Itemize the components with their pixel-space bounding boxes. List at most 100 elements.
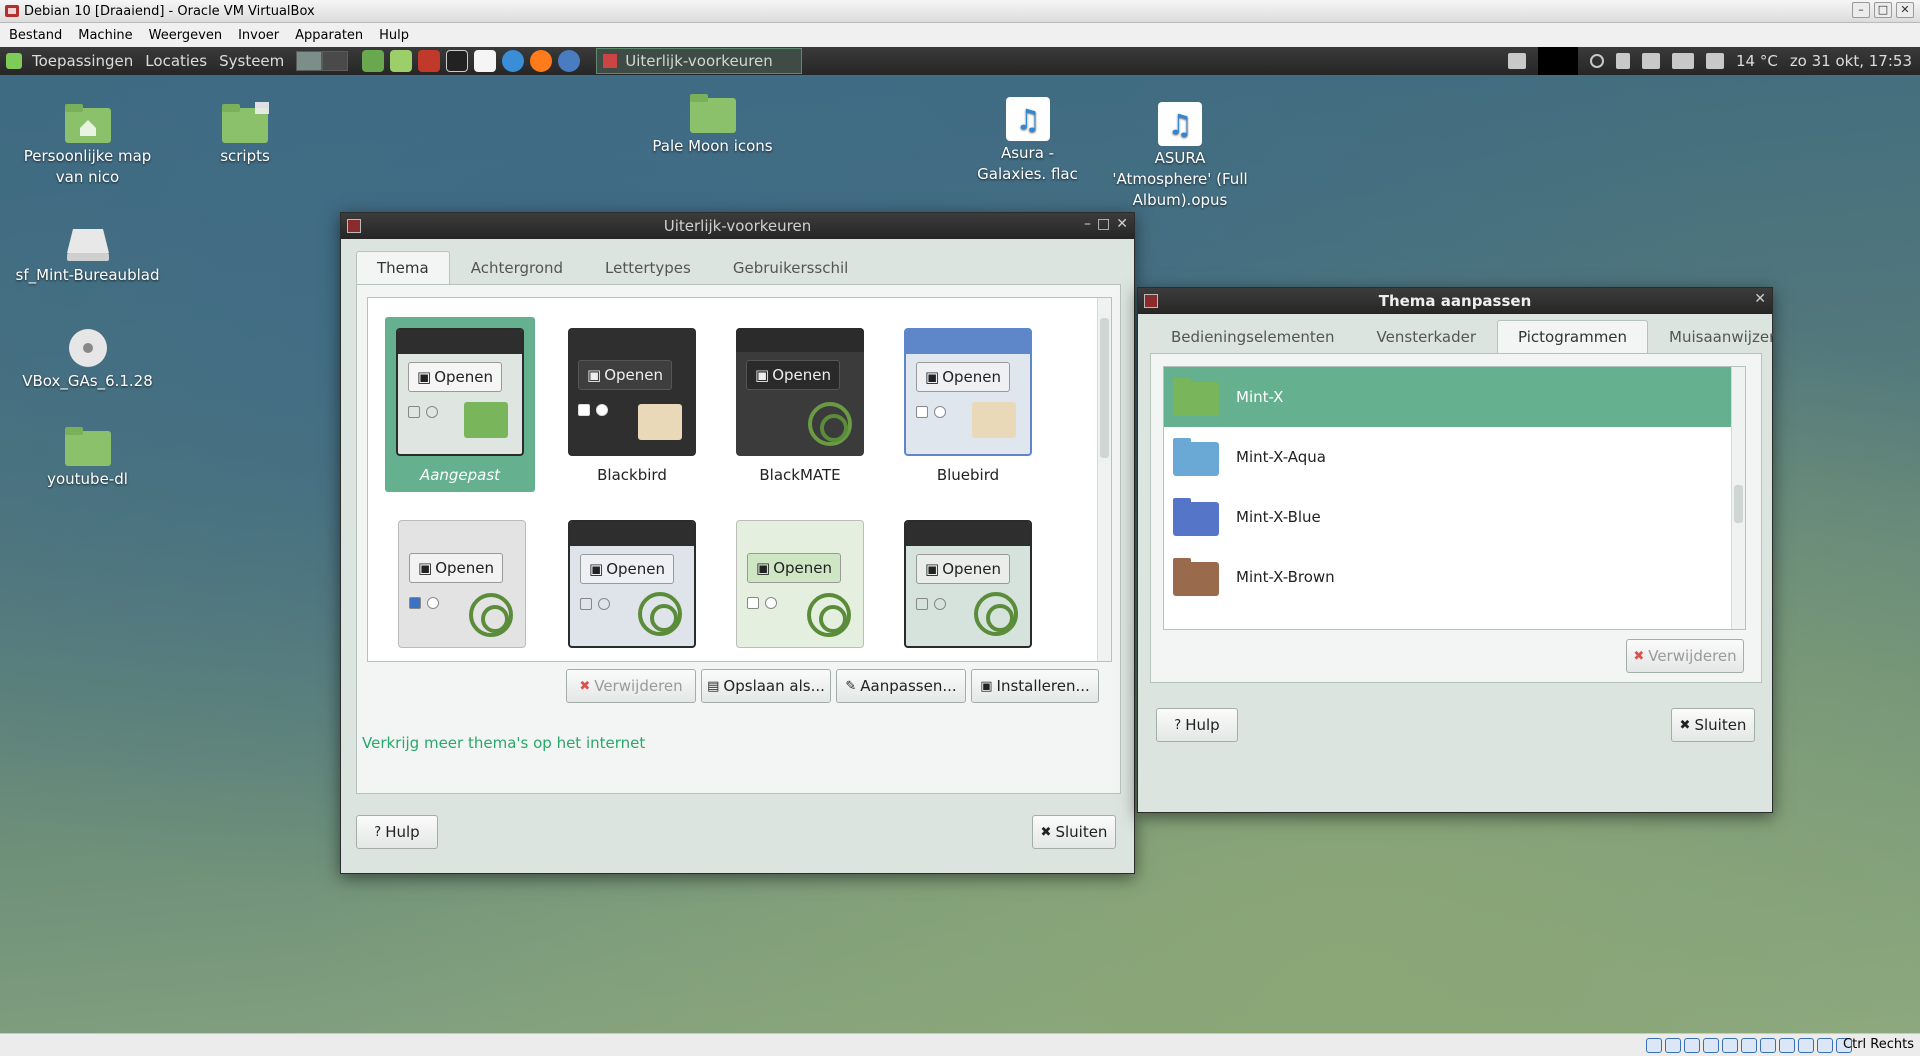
icon-theme-row-mint-x-blue[interactable]: Mint-X-Blue xyxy=(1164,487,1745,547)
monitor-launcher-icon[interactable] xyxy=(362,50,385,72)
desktop-icon-sf-mint[interactable]: sf_Mint-Bureaublad xyxy=(10,227,165,286)
theme-item-5[interactable]: ▣ Openen xyxy=(398,520,526,658)
icon-theme-row-mint-x-aqua[interactable]: Mint-X-Aqua xyxy=(1164,427,1745,487)
menu-apparaten[interactable]: Apparaten xyxy=(286,28,370,43)
tab-bedieningselementen[interactable]: Bedieningselementen xyxy=(1150,320,1356,354)
palemoon-launcher-icon[interactable] xyxy=(558,50,581,72)
panel-menu-applications[interactable]: Toepassingen xyxy=(26,52,139,70)
desktop-icon-vbox-gas[interactable]: VBox_GAs_6.1.28 xyxy=(10,327,165,392)
theme-item-8[interactable]: ▣ Openen xyxy=(904,520,1032,658)
taskbar-appearance-prefs[interactable]: Uiterlijk-voorkeuren xyxy=(596,48,803,74)
tab-gebruikersschil[interactable]: Gebruikersschil xyxy=(712,251,869,285)
keyboard-icon[interactable] xyxy=(1641,53,1660,69)
menu-machine[interactable]: Machine xyxy=(69,28,139,43)
tab-vensterkader[interactable]: Vensterkader xyxy=(1356,320,1497,354)
menu-hulp[interactable]: Hulp xyxy=(370,28,416,43)
customize-tabs: Bedieningselementen Vensterkader Pictogr… xyxy=(1150,320,1796,354)
audio-icon[interactable] xyxy=(1684,1038,1700,1053)
desktop-icon-asura-flac[interactable]: ♫ Asura - Galaxies. flac xyxy=(965,97,1090,185)
firefox-launcher-icon[interactable] xyxy=(530,50,553,72)
workspace-1[interactable] xyxy=(296,51,323,71)
more-themes-link[interactable]: Verkrijg meer thema's op het internet xyxy=(362,734,645,752)
shared-folder-icon[interactable] xyxy=(1741,1038,1757,1053)
close-icon[interactable]: ✕ xyxy=(1896,2,1914,18)
icon-theme-row-mint-x[interactable]: Mint-X xyxy=(1164,367,1745,427)
maximize-icon[interactable]: □ xyxy=(1097,216,1110,232)
app-launcher-icon[interactable] xyxy=(418,50,441,72)
save-as-button[interactable]: ▤ Opslaan als... xyxy=(701,669,831,703)
folder-launcher-icon[interactable] xyxy=(390,50,413,72)
brush-icon: ✎ xyxy=(845,678,857,694)
network-icon[interactable] xyxy=(1703,1038,1719,1053)
window-titlebar[interactable]: Uiterlijk-voorkeuren – □ ✕ xyxy=(341,213,1134,239)
theme-grid-scrollbar[interactable] xyxy=(1097,298,1111,661)
power-icon[interactable] xyxy=(1589,54,1604,68)
theme-item-blackmate[interactable]: ▣ Openen BlackMATE xyxy=(736,328,864,484)
menu-bestand[interactable]: Bestand xyxy=(0,28,69,43)
system-monitor-icon[interactable] xyxy=(1537,47,1578,75)
g-indicator-icon[interactable] xyxy=(1615,53,1630,69)
browser-launcher-icon[interactable] xyxy=(502,50,525,72)
cd-icon xyxy=(68,329,107,367)
tab-pictogrammen[interactable]: Pictogrammen xyxy=(1497,320,1649,354)
volume-icon[interactable] xyxy=(1671,53,1694,69)
menu-weergeven[interactable]: Weergeven xyxy=(140,28,229,43)
panel-menu-places[interactable]: Locaties xyxy=(139,52,213,70)
terminal-launcher-icon[interactable] xyxy=(446,50,469,72)
workspace-2[interactable] xyxy=(322,51,349,71)
panel-menu-system[interactable]: Systeem xyxy=(213,52,290,70)
display-icon[interactable] xyxy=(1760,1038,1776,1053)
workspace-switcher[interactable] xyxy=(296,51,349,71)
remove-theme-button[interactable]: ✖ Verwijderen xyxy=(566,669,696,703)
menu-invoer[interactable]: Invoer xyxy=(229,28,286,43)
network-icon[interactable] xyxy=(1705,53,1724,69)
help-button[interactable]: ? Hulp xyxy=(356,815,438,849)
theme-item-7[interactable]: ▣ Openen xyxy=(736,520,864,658)
app-icon xyxy=(1144,294,1158,308)
maximize-icon[interactable]: □ xyxy=(1874,2,1892,18)
close-button[interactable]: ✖ Sluiten xyxy=(1671,708,1755,742)
cpu-icon[interactable] xyxy=(1798,1038,1814,1053)
recording-icon[interactable] xyxy=(1779,1038,1795,1053)
desktop-icon-label: ASURA 'Atmosphere' (Full Album).opus xyxy=(1112,149,1248,209)
open-icon: ▣ xyxy=(756,559,771,577)
taskbar-label: Uiterlijk-voorkeuren xyxy=(625,52,773,70)
tab-muisaanwijzer[interactable]: Muisaanwijzer xyxy=(1648,320,1796,354)
theme-item-6[interactable]: ▣ Openen xyxy=(568,520,696,658)
customize-button[interactable]: ✎ Aanpassen... xyxy=(836,669,966,703)
scrollbar-thumb[interactable] xyxy=(1734,485,1743,523)
desktop-icon-home[interactable]: Persoonlijke map van nico xyxy=(20,102,155,188)
close-button[interactable]: ✖ Sluiten xyxy=(1032,815,1116,849)
desktop-icon-asura-opus[interactable]: ♫ ASURA 'Atmosphere' (Full Album).opus xyxy=(1110,102,1250,211)
theme-item-aangepast[interactable]: ▣ Openen Aangepast xyxy=(385,317,535,492)
scrollbar-thumb[interactable] xyxy=(1100,318,1109,458)
window-titlebar[interactable]: Thema aanpassen ✕ xyxy=(1138,288,1772,314)
install-button[interactable]: ▣ Installeren... xyxy=(971,669,1099,703)
optical-icon[interactable] xyxy=(1665,1038,1681,1053)
tab-achtergrond[interactable]: Achtergrond xyxy=(450,251,584,285)
usb-icon[interactable] xyxy=(1722,1038,1738,1053)
desktop-icon-pale-moon-icons[interactable]: Pale Moon icons xyxy=(640,92,785,157)
open-icon: ▣ xyxy=(589,560,604,578)
tab-lettertypes[interactable]: Lettertypes xyxy=(584,251,712,285)
tab-thema[interactable]: Thema xyxy=(356,251,450,285)
remove-icon-theme-button[interactable]: ✖ Verwijderen xyxy=(1626,639,1744,673)
screenshot-icon[interactable] xyxy=(1507,53,1526,69)
icon-list-scrollbar[interactable] xyxy=(1731,367,1745,629)
help-button[interactable]: ? Hulp xyxy=(1156,708,1238,742)
folder-icon xyxy=(1173,378,1219,416)
desktop-icon-youtube-dl[interactable]: youtube-dl xyxy=(20,425,155,490)
text-editor-launcher-icon[interactable] xyxy=(474,50,497,72)
close-icon[interactable]: ✕ xyxy=(1754,291,1766,307)
theme-item-blackbird[interactable]: ▣ Openen Blackbird xyxy=(568,328,696,484)
disk-icon[interactable] xyxy=(1646,1038,1662,1053)
weather-temp[interactable]: 14 °C xyxy=(1736,52,1778,70)
theme-item-bluebird[interactable]: ▣ Openen Bluebird xyxy=(904,328,1032,484)
clock[interactable]: zo 31 okt, 17:53 xyxy=(1790,52,1912,70)
mouse-integration-icon[interactable] xyxy=(1817,1038,1833,1053)
minimize-icon[interactable]: – xyxy=(1084,216,1091,232)
close-icon[interactable]: ✕ xyxy=(1116,216,1128,232)
desktop-icon-scripts[interactable]: scripts xyxy=(195,102,295,167)
icon-theme-row-mint-x-brown[interactable]: Mint-X-Brown xyxy=(1164,547,1745,607)
minimize-icon[interactable]: – xyxy=(1852,2,1870,18)
